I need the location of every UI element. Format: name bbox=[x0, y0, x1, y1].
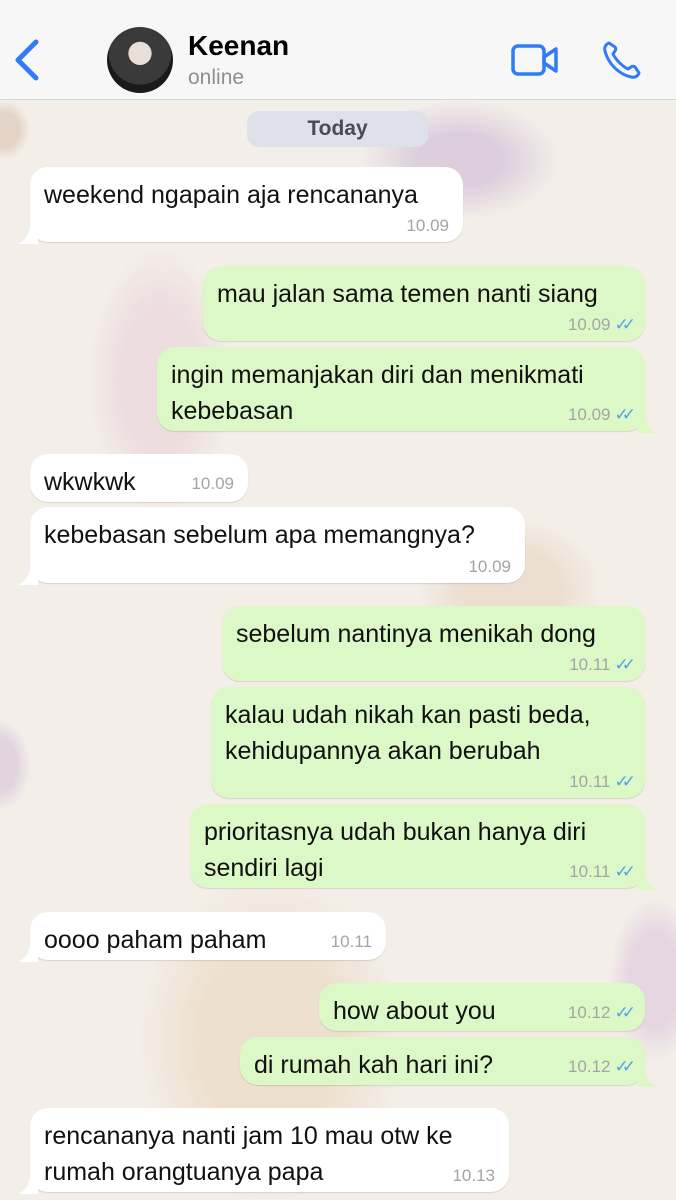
message-incoming[interactable]: rencananya nanti jam 10 mau otw ke rumah… bbox=[18, 1108, 509, 1194]
back-button[interactable] bbox=[10, 38, 46, 82]
bubble-tail bbox=[18, 1174, 38, 1194]
message-incoming[interactable]: wkwkwk 10.09 bbox=[30, 454, 248, 502]
message-incoming[interactable]: weekend ngapain aja rencananya 10.09 bbox=[18, 167, 463, 244]
message-outgoing[interactable]: di rumah kah hari ini? 10.12 ✓✓ bbox=[240, 1037, 657, 1087]
message-incoming[interactable]: kebebasan sebelum apa memangnya? 10.09 bbox=[18, 507, 525, 585]
message-time: 10.09 bbox=[191, 474, 234, 493]
phone-icon bbox=[603, 41, 641, 79]
message-text: rencananya nanti jam 10 mau otw ke rumah… bbox=[44, 1122, 453, 1186]
message-outgoing[interactable]: sebelum nantinya menikah dong 10.11 ✓✓ bbox=[222, 606, 645, 681]
message-outgoing[interactable]: prioritasnya udah bukan hanya diri sendi… bbox=[190, 804, 657, 890]
read-receipt-icon: ✓✓ bbox=[614, 655, 636, 674]
wallpaper-flower bbox=[0, 100, 30, 160]
message-outgoing[interactable]: mau jalan sama temen nanti siang 10.09 ✓✓ bbox=[203, 266, 645, 341]
voice-call-button[interactable] bbox=[600, 38, 644, 82]
message-outgoing[interactable]: kalau udah nikah kan pasti beda, kehidup… bbox=[211, 687, 645, 798]
read-receipt-icon: ✓✓ bbox=[614, 315, 636, 334]
message-time: 10.09 bbox=[406, 216, 449, 235]
message-text: sebelum nantinya menikah dong bbox=[236, 620, 596, 648]
read-receipt-icon: ✓✓ bbox=[614, 405, 636, 424]
message-time: 10.13 bbox=[452, 1166, 495, 1185]
message-time: 10.09 ✓✓ bbox=[567, 405, 636, 424]
read-receipt-icon: ✓✓ bbox=[614, 772, 636, 791]
message-time: 10.09 ✓✓ bbox=[567, 315, 636, 334]
video-call-button[interactable] bbox=[510, 40, 560, 80]
bubble-tail bbox=[18, 942, 38, 962]
bubble-tail bbox=[18, 565, 38, 585]
chevron-left-icon bbox=[15, 39, 39, 81]
message-time: 10.11 ✓✓ bbox=[569, 772, 636, 791]
message-text: ingin memanjakan diri dan menikmati kebe… bbox=[171, 361, 584, 425]
message-text: kalau udah nikah kan pasti beda, kehidup… bbox=[225, 701, 591, 765]
message-outgoing[interactable]: ingin memanjakan diri dan menikmati kebe… bbox=[157, 347, 657, 433]
wallpaper-flower bbox=[0, 720, 30, 810]
message-time: 10.11 ✓✓ bbox=[569, 655, 636, 674]
bubble-tail bbox=[18, 224, 38, 244]
date-separator: Today bbox=[247, 111, 428, 147]
bubble-tail bbox=[637, 1067, 657, 1087]
avatar[interactable] bbox=[107, 27, 173, 93]
message-time: 10.11 ✓✓ bbox=[569, 862, 636, 881]
message-time: 10.11 bbox=[330, 932, 372, 951]
read-receipt-icon: ✓✓ bbox=[614, 1003, 636, 1022]
contact-status: online bbox=[188, 66, 245, 89]
contact-name[interactable]: Keenan bbox=[188, 30, 289, 62]
video-camera-icon bbox=[511, 44, 558, 76]
read-receipt-icon: ✓✓ bbox=[614, 1057, 636, 1076]
message-time: 10.12 ✓✓ bbox=[567, 1003, 636, 1022]
message-text: prioritasnya udah bukan hanya diri sendi… bbox=[204, 818, 587, 882]
message-time: 10.09 bbox=[468, 557, 511, 576]
read-receipt-icon: ✓✓ bbox=[614, 862, 636, 881]
message-incoming[interactable]: oooo paham paham 10.11 bbox=[18, 912, 386, 962]
message-text: wkwkwk bbox=[44, 468, 136, 496]
message-text: how about you bbox=[333, 997, 496, 1025]
message-text: kebebasan sebelum apa memangnya? bbox=[44, 521, 475, 549]
message-time: 10.12 ✓✓ bbox=[567, 1057, 636, 1076]
message-outgoing[interactable]: how about you 10.12 ✓✓ bbox=[319, 983, 645, 1031]
message-text: mau jalan sama temen nanti siang bbox=[217, 280, 598, 308]
bubble-tail bbox=[637, 870, 657, 890]
message-text: weekend ngapain aja rencananya bbox=[44, 181, 418, 209]
message-text: di rumah kah hari ini? bbox=[254, 1051, 494, 1079]
chat-header: Keenan online bbox=[0, 0, 676, 100]
message-text: oooo paham paham bbox=[44, 926, 267, 954]
bubble-tail bbox=[637, 413, 657, 433]
wallpaper-flower bbox=[610, 900, 676, 1060]
